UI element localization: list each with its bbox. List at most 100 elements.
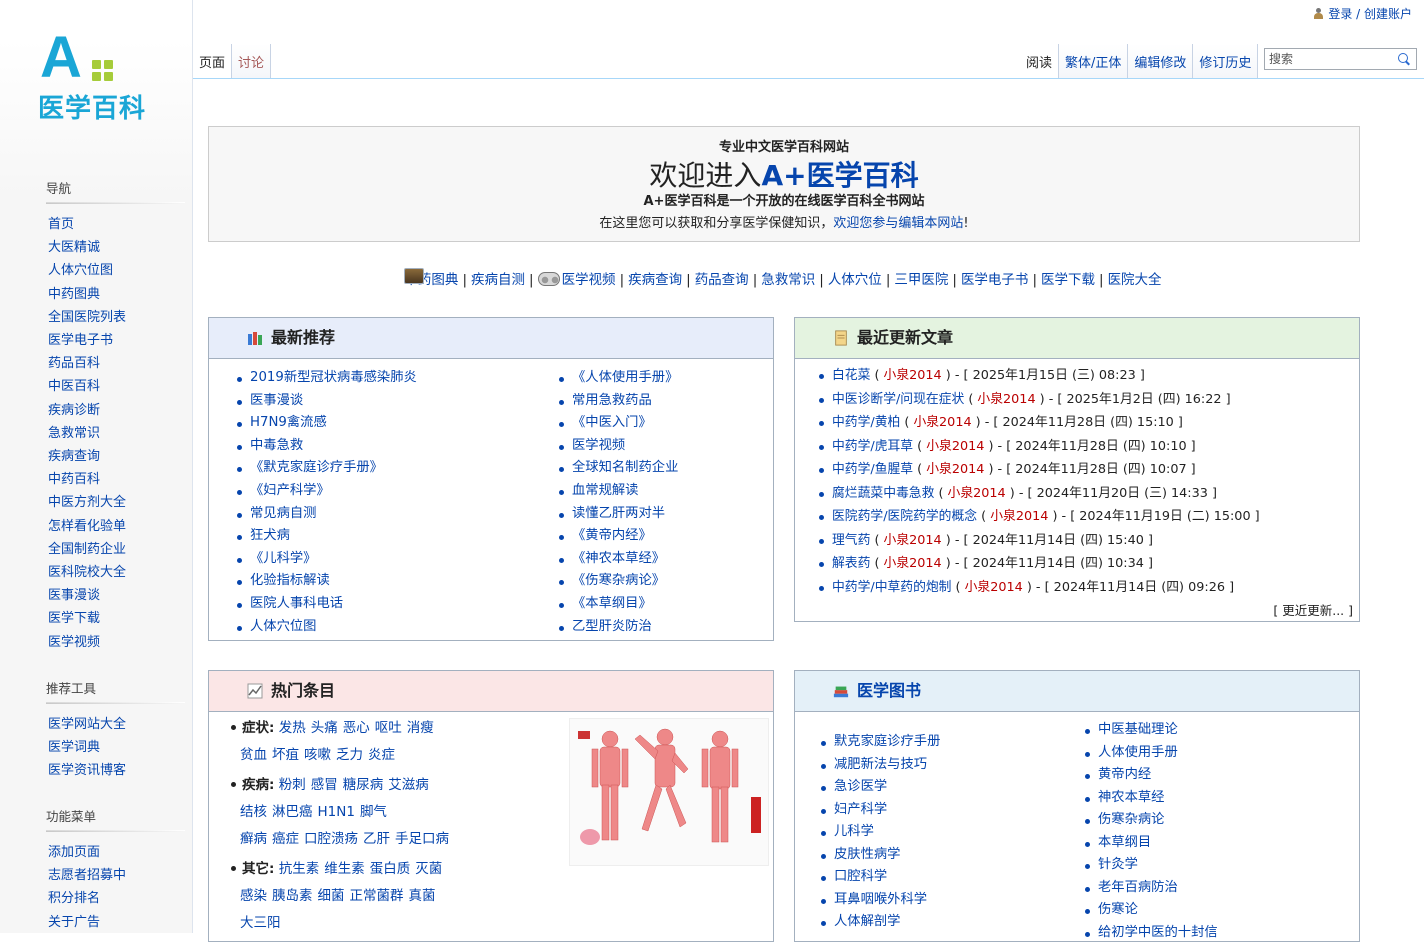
hot-term-link[interactable]: H1N1 xyxy=(318,804,355,820)
sidebar-item[interactable]: 医科院校大全 xyxy=(48,561,185,584)
list-item[interactable]: 《黄帝内经》 xyxy=(559,525,678,548)
hot-term-link[interactable]: 坏疽 xyxy=(272,747,299,763)
author-link[interactable]: 小泉2014 xyxy=(884,368,942,383)
list-item[interactable]: 人体穴位图 xyxy=(237,616,417,639)
recent-title-link[interactable]: 解表药 xyxy=(832,556,870,571)
hot-term-link[interactable]: 正常菌群 xyxy=(350,888,404,904)
edit-invite-link[interactable]: 欢迎您参与编辑本网站 xyxy=(833,216,963,231)
book-item[interactable]: 伤寒论 xyxy=(1085,899,1218,922)
list-item[interactable]: 《人体使用手册》 xyxy=(559,367,678,390)
author-link[interactable]: 小泉2014 xyxy=(926,462,984,477)
author-link[interactable]: 小泉2014 xyxy=(926,439,984,454)
hot-term-link[interactable]: 恶心 xyxy=(343,720,370,736)
sidebar-item[interactable]: 中药图典 xyxy=(48,283,185,306)
book-item[interactable]: 本草纲目 xyxy=(1085,832,1218,855)
list-item[interactable]: 常见病自测 xyxy=(237,503,417,526)
hot-term-link[interactable]: 乏力 xyxy=(336,747,363,763)
sidebar-item[interactable]: 医学网站大全 xyxy=(48,713,185,736)
quick-link[interactable]: 疾病自测 xyxy=(471,272,525,288)
book-item[interactable]: 皮肤性病学 xyxy=(821,844,940,867)
sidebar-item[interactable]: 中医百科 xyxy=(48,375,185,398)
hot-term-link[interactable]: 感染 xyxy=(240,888,267,904)
list-item[interactable]: 乙型肝炎防治 xyxy=(559,616,678,639)
book-item[interactable]: 黄帝内经 xyxy=(1085,764,1218,787)
book-item[interactable]: 口腔科学 xyxy=(821,866,940,889)
sidebar-item[interactable]: 药品百科 xyxy=(48,352,185,375)
hot-term-link[interactable]: 头痛 xyxy=(311,720,338,736)
list-item[interactable]: 医学视频 xyxy=(559,435,678,458)
hot-term-link[interactable]: 艾滋病 xyxy=(388,777,429,793)
author-link[interactable]: 小泉2014 xyxy=(948,486,1006,501)
acupuncture-figure-image[interactable] xyxy=(569,718,769,866)
hot-term-link[interactable]: 粉刺 xyxy=(279,777,306,793)
sidebar-item[interactable]: 医学词典 xyxy=(48,736,185,759)
sidebar-item[interactable]: 大医精诚 xyxy=(48,236,185,259)
author-link[interactable]: 小泉2014 xyxy=(990,509,1048,524)
sidebar-item[interactable]: 急救常识 xyxy=(48,422,185,445)
sidebar-item[interactable]: 添加页面 xyxy=(48,841,185,864)
hot-term-link[interactable]: 糖尿病 xyxy=(343,777,384,793)
tab-read[interactable]: 阅读 xyxy=(1020,44,1059,78)
hot-term-link[interactable]: 灭菌 xyxy=(415,861,442,877)
sidebar-item[interactable]: 怎样看化验单 xyxy=(48,515,185,538)
list-item[interactable]: 《妇产科学》 xyxy=(237,480,417,503)
search-input[interactable] xyxy=(1269,50,1389,68)
login-link[interactable]: 登录 / 创建账户 xyxy=(1328,7,1412,21)
author-link[interactable]: 小泉2014 xyxy=(913,415,971,430)
hot-term-link[interactable]: 维生素 xyxy=(324,861,365,877)
quick-link[interactable]: 医学电子书 xyxy=(961,272,1029,288)
book-item[interactable]: 伤寒杂病论 xyxy=(1085,809,1218,832)
book-item[interactable]: 针灸学 xyxy=(1085,854,1218,877)
list-item[interactable]: H7N9禽流感 xyxy=(237,412,417,435)
sidebar-item[interactable]: 医学视频 xyxy=(48,631,185,654)
quick-link[interactable]: 药品查询 xyxy=(695,272,749,288)
list-item[interactable]: 2019新型冠状病毒感染肺炎 xyxy=(237,367,417,390)
tab-history[interactable]: 修订历史 xyxy=(1193,44,1258,78)
book-item[interactable]: 人体使用手册 xyxy=(1085,742,1218,765)
hot-term-link[interactable]: 癌症 xyxy=(272,831,299,847)
list-item[interactable]: 医事漫谈 xyxy=(237,390,417,413)
hot-term-link[interactable]: 感冒 xyxy=(311,777,338,793)
book-item[interactable]: 人体解剖学 xyxy=(821,911,940,934)
quick-link[interactable]: 急救常识 xyxy=(761,272,815,288)
recent-title-link[interactable]: 白花菜 xyxy=(832,368,870,383)
tab-page[interactable]: 页面 xyxy=(193,44,232,78)
sidebar-item[interactable]: 首页 xyxy=(48,213,185,236)
sidebar-item[interactable]: 人体穴位图 xyxy=(48,259,185,282)
hot-term-link[interactable]: 口腔溃疡 xyxy=(304,831,358,847)
book-item[interactable]: 老年百病防治 xyxy=(1085,877,1218,900)
list-item[interactable]: 中毒急救 xyxy=(237,435,417,458)
recent-title-link[interactable]: 中医诊断学/问现在症状 xyxy=(832,392,964,407)
book-item[interactable]: 减肥新法与技巧 xyxy=(821,754,940,777)
hot-term-link[interactable]: 胰岛素 xyxy=(272,888,313,904)
hot-term-link[interactable]: 炎症 xyxy=(368,747,395,763)
book-item[interactable]: 默克家庭诊疗手册 xyxy=(821,731,940,754)
sidebar-item[interactable]: 全国制药企业 xyxy=(48,538,185,561)
book-item[interactable]: 儿科学 xyxy=(821,821,940,844)
sidebar-item[interactable]: 疾病诊断 xyxy=(48,399,185,422)
quick-link[interactable]: 医院大全 xyxy=(1108,272,1162,288)
sidebar-item[interactable]: 医事漫谈 xyxy=(48,584,185,607)
hot-term-link[interactable]: 结核 xyxy=(240,804,267,820)
sidebar-item[interactable]: 志愿者招募中 xyxy=(48,864,185,887)
recent-title-link[interactable]: 中药学/中草药的炮制 xyxy=(832,580,951,595)
recent-title-link[interactable]: 中药学/黄柏 xyxy=(832,415,900,430)
list-item[interactable]: 医院人事科电话 xyxy=(237,593,417,616)
sidebar-item[interactable]: 医学资讯博客 xyxy=(48,759,185,782)
author-link[interactable]: 小泉2014 xyxy=(884,556,942,571)
quick-link[interactable]: 医学视频 xyxy=(562,272,616,288)
hot-term-link[interactable]: 消瘦 xyxy=(407,720,434,736)
author-link[interactable]: 小泉2014 xyxy=(977,392,1035,407)
list-item[interactable]: 《本草纲目》 xyxy=(559,593,678,616)
recent-title-link[interactable]: 医院药学/医院药学的概念 xyxy=(832,509,977,524)
hot-term-link[interactable]: 咳嗽 xyxy=(304,747,331,763)
hot-term-link[interactable]: 淋巴癌 xyxy=(272,804,313,820)
author-link[interactable]: 小泉2014 xyxy=(884,533,942,548)
list-item[interactable]: 《中医入门》 xyxy=(559,412,678,435)
quick-link[interactable]: 医学下载 xyxy=(1041,272,1095,288)
list-item[interactable]: 《儿科学》 xyxy=(237,548,417,571)
hot-term-link[interactable]: 呕吐 xyxy=(375,720,402,736)
hot-term-link[interactable]: 发热 xyxy=(279,720,306,736)
recent-title-link[interactable]: 腐烂蔬菜中毒急救 xyxy=(832,486,934,501)
list-item[interactable]: 化验指标解读 xyxy=(237,570,417,593)
